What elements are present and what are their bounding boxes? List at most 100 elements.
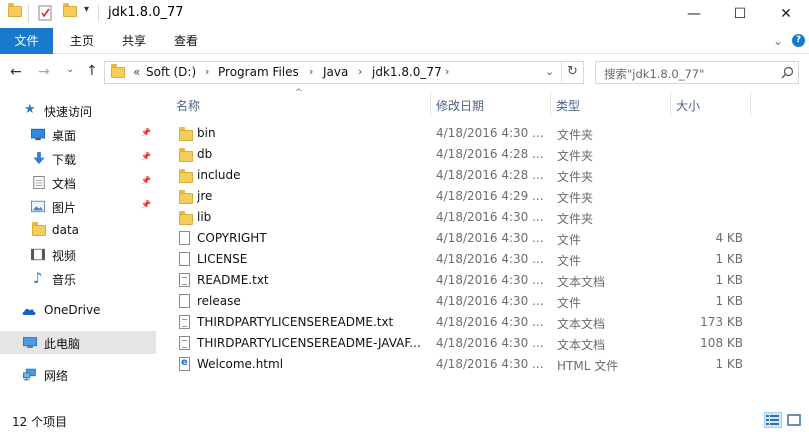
up-button[interactable]: ↑ xyxy=(86,63,98,79)
file-size: 173 KB xyxy=(700,315,743,329)
file-icon xyxy=(179,252,190,266)
help-icon[interactable]: ? xyxy=(792,34,805,47)
divider xyxy=(561,62,562,83)
file-row[interactable]: jre 4/18/2016 4:29 ... 文件夹 xyxy=(168,186,758,207)
pin-icon[interactable]: 📌 xyxy=(141,200,151,209)
star-icon: ★ xyxy=(24,102,36,117)
folder-icon xyxy=(32,222,46,238)
file-row[interactable]: db 4/18/2016 4:28 ... 文件夹 xyxy=(168,144,758,165)
nav-label: 视频 xyxy=(52,249,77,263)
nav-this-pc[interactable]: 此电脑 xyxy=(0,331,156,354)
breadcrumb-drive[interactable]: Soft (D:) xyxy=(146,65,196,79)
customize-quick-access-icon[interactable]: ▾ xyxy=(84,4,89,15)
pin-icon[interactable]: 📌 xyxy=(141,128,151,137)
nav-onedrive[interactable]: OneDrive xyxy=(0,299,156,322)
maximize-button[interactable]: ☐ xyxy=(717,0,763,28)
file-row[interactable]: lib 4/18/2016 4:30 ... 文件夹 xyxy=(168,207,758,228)
pin-icon[interactable]: 📌 xyxy=(141,176,151,185)
column-header-type[interactable]: 类型 xyxy=(556,97,580,114)
folder-icon xyxy=(111,64,125,78)
nav-network[interactable]: 网络 xyxy=(0,363,156,386)
column-header-size[interactable]: 大小 xyxy=(676,97,700,114)
file-name: include xyxy=(197,168,241,182)
file-row[interactable]: COPYRIGHT 4/18/2016 4:30 ... 文件 4 KB xyxy=(168,228,758,249)
breadcrumb-java[interactable]: Java xyxy=(323,65,348,79)
tab-view[interactable]: 查看 xyxy=(164,28,208,54)
breadcrumb-separator[interactable]: › xyxy=(309,65,313,78)
nav-pictures[interactable]: 图片 📌 xyxy=(0,195,156,218)
column-divider[interactable] xyxy=(550,92,551,116)
nav-downloads[interactable]: 下载 📌 xyxy=(0,147,156,170)
file-row[interactable]: include 4/18/2016 4:28 ... 文件夹 xyxy=(168,165,758,186)
refresh-button[interactable]: ↻ xyxy=(567,64,578,79)
back-button[interactable]: ← xyxy=(10,64,22,80)
nav-data[interactable]: data xyxy=(0,219,156,242)
search-icon[interactable] xyxy=(781,66,794,79)
item-count: 12 个项目 xyxy=(12,415,68,429)
forward-button[interactable]: → xyxy=(38,64,50,80)
file-row[interactable]: README.txt 4/18/2016 4:30 ... 文本文档 1 KB xyxy=(168,270,758,291)
column-divider[interactable] xyxy=(430,92,431,116)
status-bar: 12 个项目 xyxy=(0,408,809,432)
search-box[interactable]: 搜索"jdk1.8.0_77" xyxy=(595,61,799,84)
recent-locations-button[interactable]: ⌄ xyxy=(66,64,74,75)
text-file-icon xyxy=(179,315,190,329)
file-row[interactable]: release 4/18/2016 4:30 ... 文件 1 KB xyxy=(168,291,758,312)
file-size: 1 KB xyxy=(715,252,743,266)
nav-label: 此电脑 xyxy=(44,337,81,351)
address-dropdown-button[interactable]: ⌄ xyxy=(545,65,554,78)
close-button[interactable]: ✕ xyxy=(763,0,809,28)
address-bar[interactable]: « Soft (D:) › Program Files › Java › jdk… xyxy=(104,61,584,84)
file-modified-date: 4/18/2016 4:28 ... xyxy=(436,147,544,161)
file-type: 文件 xyxy=(557,296,582,310)
search-input[interactable]: 搜索"jdk1.8.0_77" xyxy=(604,66,704,82)
file-modified-date: 4/18/2016 4:30 ... xyxy=(436,336,544,350)
overflow-crumbs-button[interactable]: « xyxy=(133,65,140,79)
file-type: 文件夹 xyxy=(557,128,594,142)
tab-share[interactable]: 共享 xyxy=(112,28,156,54)
file-name: bin xyxy=(197,126,216,140)
expand-ribbon-icon[interactable]: ⌄ xyxy=(770,28,786,54)
nav-quick-access[interactable]: ★ 快速访问 xyxy=(0,99,156,122)
file-row[interactable]: THIRDPARTYLICENSEREADME-JAVAF... 4/18/201… xyxy=(168,333,758,354)
tab-file[interactable]: 文件 xyxy=(0,28,53,54)
file-type: 文件 xyxy=(557,254,582,268)
download-icon xyxy=(33,152,45,165)
minimize-button[interactable]: — xyxy=(671,0,717,28)
new-folder-icon[interactable] xyxy=(63,3,77,17)
large-icons-view-button[interactable] xyxy=(785,412,803,428)
file-name: db xyxy=(197,147,213,161)
column-divider[interactable] xyxy=(670,92,671,116)
title-bar: ▾ jdk1.8.0_77 — ☐ ✕ xyxy=(0,0,809,28)
nav-label: OneDrive xyxy=(44,303,101,317)
nav-music[interactable]: ♪ 音乐 xyxy=(0,267,156,290)
file-row[interactable]: Welcome.html 4/18/2016 4:30 ... HTML 文件 1 K… xyxy=(168,354,758,375)
file-modified-date: 4/18/2016 4:28 ... xyxy=(436,168,544,182)
breadcrumb-program-files[interactable]: Program Files xyxy=(218,65,299,79)
breadcrumb-separator[interactable]: › xyxy=(205,65,209,78)
breadcrumb-separator[interactable]: › xyxy=(358,65,362,78)
file-row[interactable]: bin 4/18/2016 4:30 ... 文件夹 xyxy=(168,123,758,144)
column-headers: ^ 名称 修改日期 类型 大小 xyxy=(160,88,800,116)
file-row[interactable]: THIRDPARTYLICENSEREADME.txt 4/18/2016 4:3… xyxy=(168,312,758,333)
file-row[interactable]: LICENSE 4/18/2016 4:30 ... 文件 1 KB xyxy=(168,249,758,270)
details-view-button[interactable] xyxy=(764,412,782,428)
file-name: THIRDPARTYLICENSEREADME-JAVAF... xyxy=(197,336,421,350)
pin-icon[interactable]: 📌 xyxy=(141,152,151,161)
text-file-icon xyxy=(179,273,190,287)
breadcrumb-separator[interactable]: › xyxy=(445,65,449,78)
nav-desktop[interactable]: 桌面 📌 xyxy=(0,123,156,146)
nav-documents[interactable]: 文档 📌 xyxy=(0,171,156,194)
videos-icon xyxy=(31,248,45,261)
music-icon: ♪ xyxy=(33,269,43,287)
folder-icon xyxy=(179,127,193,141)
column-divider[interactable] xyxy=(750,92,751,116)
file-name: THIRDPARTYLICENSEREADME.txt xyxy=(197,315,394,329)
column-header-date[interactable]: 修改日期 xyxy=(436,97,484,114)
properties-icon[interactable] xyxy=(38,5,53,21)
breadcrumb-jdk[interactable]: jdk1.8.0_77 xyxy=(372,65,442,79)
nav-videos[interactable]: 视频 xyxy=(0,243,156,266)
tab-home[interactable]: 主页 xyxy=(60,28,104,54)
column-header-name[interactable]: 名称 xyxy=(176,97,200,114)
file-name: jre xyxy=(197,189,213,203)
